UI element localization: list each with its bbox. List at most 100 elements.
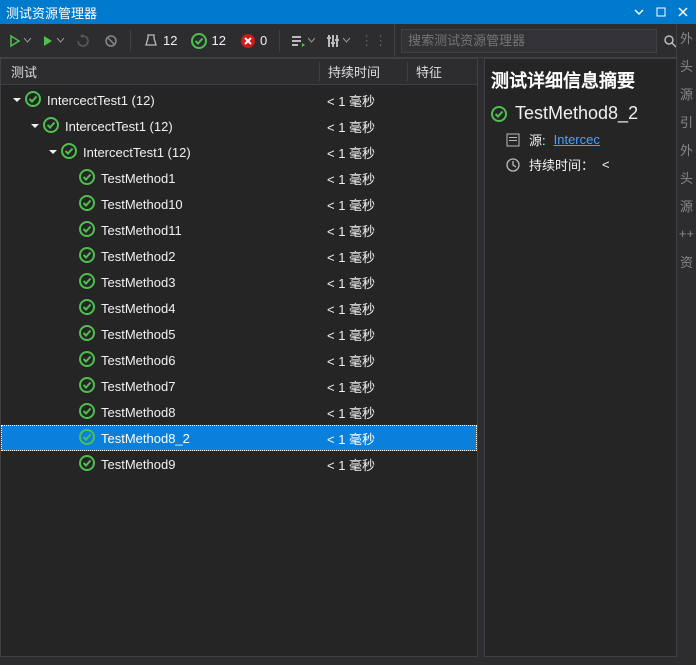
side-tab[interactable]: 头 (680, 168, 693, 186)
detail-duration-value: < (602, 157, 610, 172)
test-name: TestMethod10 (101, 197, 183, 212)
grip-icon: ⋮⋮ (356, 28, 392, 54)
test-name: TestMethod11 (101, 223, 182, 238)
expander-icon (65, 198, 77, 210)
pass-icon (43, 117, 65, 136)
test-row[interactable]: TestMethod5< 1 毫秒 (1, 321, 477, 347)
side-tab[interactable]: 源 (680, 84, 693, 102)
expander-icon (65, 354, 77, 366)
expander-icon[interactable] (29, 120, 41, 132)
side-tab[interactable]: ++ (679, 224, 694, 242)
test-row[interactable]: IntercectTest1 (12)< 1 毫秒 (1, 113, 477, 139)
test-row[interactable]: TestMethod8_2< 1 毫秒 (1, 425, 477, 451)
run-all-button[interactable] (4, 28, 35, 54)
failed-count: 0 (260, 33, 267, 48)
pass-icon (79, 351, 101, 370)
test-row[interactable]: IntercectTest1 (12)< 1 毫秒 (1, 139, 477, 165)
run-button[interactable] (37, 28, 68, 54)
test-duration: < 1 毫秒 (319, 117, 407, 136)
collapsed-side-tabs[interactable]: 外头源引外头源++资 (676, 24, 696, 657)
dropdown-icon[interactable] (632, 5, 646, 19)
pass-icon (79, 325, 101, 344)
settings-button[interactable] (321, 28, 354, 54)
side-tab[interactable]: 外 (680, 28, 693, 46)
detail-header: 测试详细信息摘要 (491, 67, 689, 93)
passed-tests-badge[interactable]: 12 (185, 33, 231, 49)
test-duration: < 1 毫秒 (319, 143, 407, 162)
toolbar: 12 12 0 ⋮⋮ (0, 24, 696, 58)
failed-tests-badge[interactable]: 0 (234, 33, 273, 49)
side-tab[interactable]: 引 (680, 112, 693, 130)
pass-icon (79, 195, 101, 214)
column-header-test[interactable]: 测试 (1, 62, 319, 81)
test-row[interactable]: TestMethod6< 1 毫秒 (1, 347, 477, 373)
test-tree[interactable]: IntercectTest1 (12)< 1 毫秒IntercectTest1 … (1, 85, 477, 656)
test-row[interactable]: TestMethod4< 1 毫秒 (1, 295, 477, 321)
expander-icon (65, 458, 77, 470)
test-duration: < 1 毫秒 (319, 377, 407, 396)
test-duration: < 1 毫秒 (319, 429, 407, 448)
side-tab[interactable]: 源 (680, 196, 693, 214)
side-tab[interactable]: 头 (680, 56, 693, 74)
repeat-button[interactable] (70, 28, 96, 54)
test-name: TestMethod6 (101, 353, 175, 368)
expander-icon (65, 432, 77, 444)
window-titlebar: 测试资源管理器 (0, 0, 696, 24)
cancel-button[interactable] (98, 28, 124, 54)
test-name: TestMethod9 (101, 457, 175, 472)
detail-source-label: 源: (529, 130, 546, 149)
test-duration: < 1 毫秒 (319, 195, 407, 214)
test-row[interactable]: TestMethod11 < 1 毫秒 (1, 217, 477, 243)
column-header-traits[interactable]: 特征 (407, 62, 477, 81)
expander-icon (65, 224, 77, 236)
test-row[interactable]: TestMethod1< 1 毫秒 (1, 165, 477, 191)
test-name: TestMethod2 (101, 249, 175, 264)
window-title: 测试资源管理器 (6, 3, 97, 22)
test-row[interactable]: IntercectTest1 (12)< 1 毫秒 (1, 87, 477, 113)
side-tab[interactable]: 外 (680, 140, 693, 158)
expander-icon (65, 276, 77, 288)
pass-icon (61, 143, 83, 162)
pass-icon (79, 247, 101, 266)
test-row[interactable]: TestMethod8< 1 毫秒 (1, 399, 477, 425)
total-tests-badge[interactable]: 12 (137, 33, 183, 49)
test-name: TestMethod8 (101, 405, 175, 420)
column-header-duration[interactable]: 持续时间 (319, 62, 407, 81)
expander-icon[interactable] (47, 146, 59, 158)
test-duration: < 1 毫秒 (319, 455, 407, 474)
test-duration: < 1 毫秒 (319, 91, 407, 110)
total-count: 12 (163, 33, 177, 48)
pass-icon (79, 169, 101, 188)
test-row[interactable]: TestMethod7 < 1 毫秒 (1, 373, 477, 399)
test-row[interactable]: TestMethod10 < 1 毫秒 (1, 191, 477, 217)
close-icon[interactable] (676, 5, 690, 19)
test-duration: < 1 毫秒 (319, 273, 407, 292)
test-name: TestMethod7 (101, 379, 175, 394)
test-name: TestMethod3 (101, 275, 175, 290)
expander-icon (65, 250, 77, 262)
detail-source-link[interactable]: Intercec (554, 132, 600, 147)
test-duration: < 1 毫秒 (319, 299, 407, 318)
test-tree-pane: 测试 持续时间 特征 IntercectTest1 (12)< 1 毫秒Inte… (0, 58, 478, 657)
expander-icon[interactable] (11, 94, 23, 106)
search-input[interactable] (401, 29, 657, 53)
pass-icon (79, 221, 101, 240)
expander-icon (65, 172, 77, 184)
clock-icon (505, 157, 521, 173)
expander-icon (65, 328, 77, 340)
pass-icon (79, 429, 101, 448)
maximize-icon[interactable] (654, 5, 668, 19)
detail-test-name: TestMethod8_2 (515, 103, 638, 124)
test-row[interactable]: TestMethod2< 1 毫秒 (1, 243, 477, 269)
test-row[interactable]: TestMethod3 < 1 毫秒 (1, 269, 477, 295)
pass-icon (79, 377, 101, 396)
detail-pane: 测试详细信息摘要 TestMethod8_2 源: Intercec 持续时间：… (484, 58, 696, 657)
side-tab[interactable]: 资 (680, 252, 693, 270)
pass-icon (491, 106, 507, 122)
playlist-button[interactable] (286, 28, 319, 54)
test-row[interactable]: TestMethod9 < 1 毫秒 (1, 451, 477, 477)
test-duration: < 1 毫秒 (319, 221, 407, 240)
test-duration: < 1 毫秒 (319, 169, 407, 188)
pass-icon (79, 299, 101, 318)
column-headers: 测试 持续时间 特征 (1, 59, 477, 85)
